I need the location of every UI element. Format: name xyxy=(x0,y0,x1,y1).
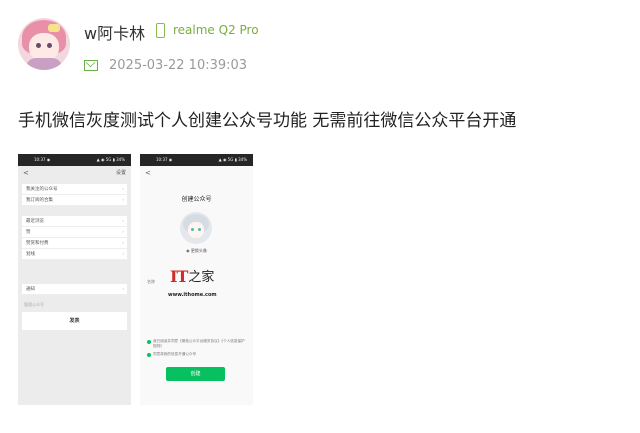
menu-item: 赞赏和付费 › xyxy=(22,238,127,249)
post-meta: 2025-03-22 10:39:03 xyxy=(84,58,247,73)
watermark-url: www.ithome.com xyxy=(168,292,217,298)
phone-icon xyxy=(156,22,165,38)
post-header: w阿卡林 realme Q2 Pro 2025-03-22 10:39:03 xyxy=(18,14,618,84)
user-avatar[interactable] xyxy=(18,18,70,70)
account-avatar xyxy=(180,212,212,244)
name-label: 名称 xyxy=(147,279,155,284)
mail-icon xyxy=(84,60,98,71)
menu-item: 最近浏览 › xyxy=(22,216,127,227)
menu-group-subscriptions: 我关注的公众号 › 我订阅的合集 › xyxy=(22,184,127,206)
status-bar: 10:37 ◉ ▲ ◉ 5G ▮ 34% xyxy=(140,154,253,166)
menu-group-notify: 通知 › xyxy=(22,284,127,295)
agreement-text: 我已阅读并同意《微信公众平台服务协议》《个人信息保护规则》 xyxy=(147,339,247,349)
create-button: 创建 xyxy=(166,367,225,381)
edit-avatar-label: ◉ 更换头像 xyxy=(186,248,207,253)
device-name: realme Q2 Pro xyxy=(173,23,259,37)
status-bar: 10:37 ◉ ▲ ◉ 5G ▮ 34% xyxy=(18,154,131,166)
post-timestamp: 2025-03-22 10:39:03 xyxy=(109,58,248,73)
settings-label: 设置 xyxy=(115,170,126,176)
top-bar: < 设置 xyxy=(18,166,131,180)
publish-button: 发表 xyxy=(22,312,127,330)
menu-item: 通知 › xyxy=(22,284,127,295)
post-title: 手机微信灰度测试个人创建公众号功能 无需前往微信公众平台开通 xyxy=(18,111,517,131)
ithome-watermark: IT 之家 xyxy=(170,267,215,286)
device-info: realme Q2 Pro xyxy=(156,20,259,40)
menu-group-activity: 最近浏览 › 赞 › 赞赏和付费 › 划线 › xyxy=(22,216,127,260)
agreement-text: 同意将我的信息开通公众号 xyxy=(147,352,247,357)
menu-item: 赞 › xyxy=(22,227,127,238)
screenshot-wechat-settings[interactable]: 10:37 ◉ ▲ ◉ 5G ▮ 34% < 设置 我关注的公众号 › 我订阅的合… xyxy=(18,154,131,405)
menu-item: 我订阅的合集 › xyxy=(22,195,127,206)
back-icon: < xyxy=(145,169,151,177)
manage-hint: 管理公众号 xyxy=(24,302,44,307)
menu-item: 我关注的公众号 › xyxy=(22,184,127,195)
username-link[interactable]: w阿卡林 xyxy=(84,20,145,44)
create-title: 创建公众号 xyxy=(181,196,212,203)
screenshot-create-account[interactable]: 10:37 ◉ ▲ ◉ 5G ▮ 34% < 创建公众号 ◉ 更换头像 名称 I… xyxy=(140,154,253,405)
back-icon: < xyxy=(23,169,29,177)
top-bar: < xyxy=(140,166,253,180)
menu-item: 划线 › xyxy=(22,249,127,260)
